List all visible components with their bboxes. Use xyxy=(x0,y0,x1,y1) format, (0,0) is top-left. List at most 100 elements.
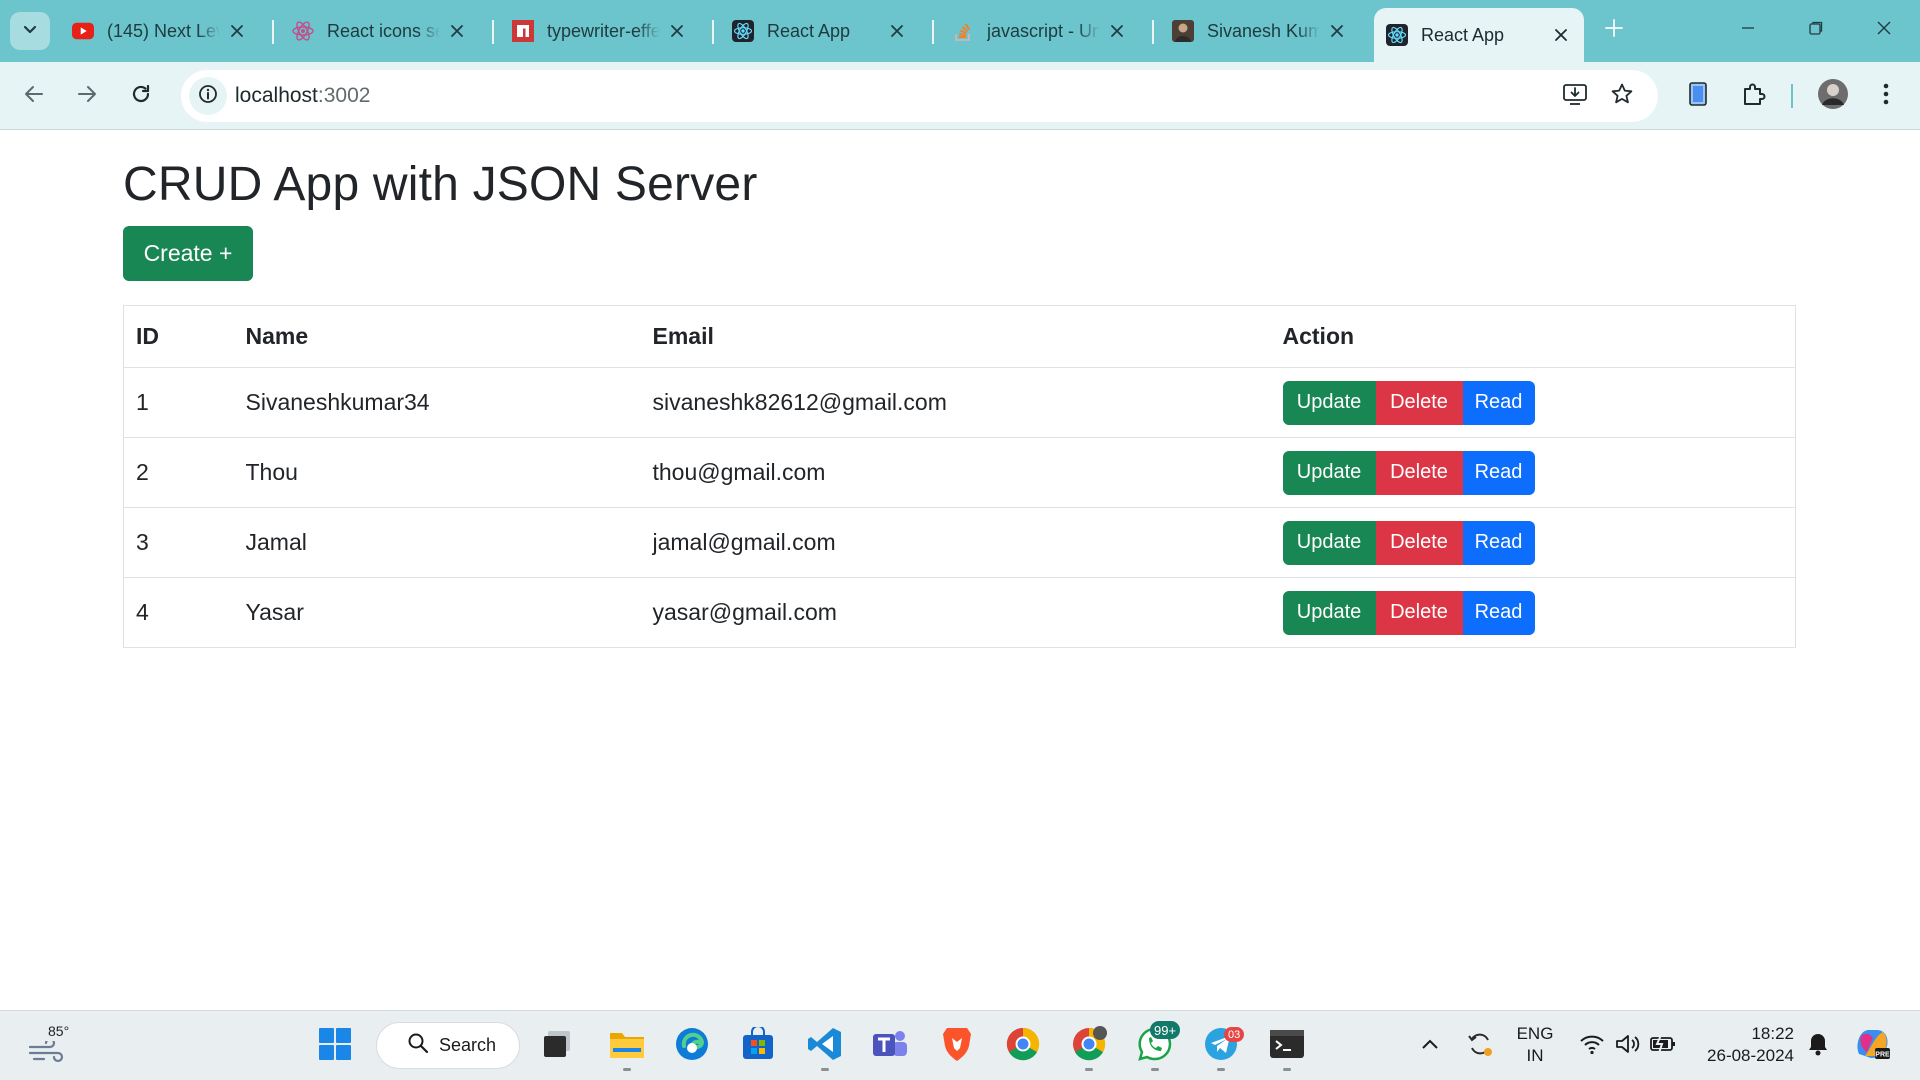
profile-button[interactable] xyxy=(1815,78,1851,114)
delete-button[interactable]: Delete xyxy=(1375,450,1463,495)
back-button[interactable] xyxy=(14,76,54,116)
read-button[interactable]: Read xyxy=(1462,380,1535,425)
start-button[interactable] xyxy=(315,1026,355,1066)
taskbar-store[interactable] xyxy=(738,1024,778,1066)
show-hidden-icons-button[interactable] xyxy=(1410,1026,1450,1066)
close-icon[interactable] xyxy=(886,20,908,42)
reload-button[interactable] xyxy=(121,76,161,116)
taskbar-file-explorer[interactable] xyxy=(607,1026,647,1066)
clock[interactable]: 18:22 26-08-2024 xyxy=(1694,1023,1794,1067)
more-vertical-icon xyxy=(1882,82,1890,111)
update-button[interactable]: Update xyxy=(1282,590,1376,635)
tab-strip: (145) Next Level React icons search type… xyxy=(0,0,1920,62)
tab-search-button[interactable] xyxy=(10,12,50,50)
tab-separator xyxy=(272,20,274,44)
create-button[interactable]: Create + xyxy=(123,226,253,281)
delete-button[interactable]: Delete xyxy=(1375,380,1463,425)
browser-tab[interactable]: React App xyxy=(720,10,920,52)
running-indicator xyxy=(1217,1068,1225,1071)
reading-mode-button[interactable] xyxy=(1681,78,1717,114)
tab-title: React App xyxy=(1421,24,1505,45)
close-icon[interactable] xyxy=(226,20,248,42)
react-icon xyxy=(732,20,754,42)
address-bar[interactable]: localhost:3002 xyxy=(181,70,1658,122)
react-icon xyxy=(292,20,314,42)
running-indicator xyxy=(1085,1068,1093,1071)
users-table: ID Name Email Action 1 Sivaneshkumar34 s… xyxy=(123,305,1796,648)
taskbar-edge[interactable] xyxy=(672,1026,712,1066)
url-text: localhost:3002 xyxy=(235,84,370,108)
arrow-right-icon xyxy=(76,83,98,110)
extensions-button[interactable] xyxy=(1735,78,1771,114)
taskbar-search[interactable]: Search xyxy=(376,1022,520,1069)
copilot-icon: PRE xyxy=(1853,1026,1891,1067)
tab-title: Sivanesh Kumar xyxy=(1207,20,1320,41)
taskbar-chrome[interactable] xyxy=(1003,1026,1043,1066)
battery-button[interactable] xyxy=(1645,1026,1681,1066)
reload-icon xyxy=(130,83,152,110)
search-label: Search xyxy=(439,1035,497,1055)
weather-widget[interactable]: 85° xyxy=(26,1023,76,1069)
close-window-button[interactable] xyxy=(1866,14,1902,46)
browser-tab-active[interactable]: React App xyxy=(1374,8,1584,62)
cell-actions: Update Delete Read xyxy=(1270,507,1796,578)
browser-tab[interactable]: (145) Next Level xyxy=(60,10,260,52)
minimize-button[interactable] xyxy=(1730,14,1766,46)
menu-button[interactable] xyxy=(1868,78,1904,114)
close-icon[interactable] xyxy=(1550,24,1572,46)
read-button[interactable]: Read xyxy=(1462,520,1535,565)
notifications-button[interactable] xyxy=(1800,1026,1836,1066)
update-button[interactable]: Update xyxy=(1282,450,1376,495)
language-indicator[interactable]: ENG IN xyxy=(1510,1023,1560,1067)
cell-email: thou@gmail.com xyxy=(640,437,1271,508)
update-button[interactable]: Update xyxy=(1282,380,1376,425)
npm-icon xyxy=(512,20,534,42)
site-info-button[interactable] xyxy=(189,77,227,115)
new-tab-button[interactable] xyxy=(1600,16,1628,44)
task-view-button[interactable] xyxy=(538,1026,578,1066)
volume-button[interactable] xyxy=(1610,1026,1646,1066)
running-indicator xyxy=(1151,1068,1159,1071)
delete-button[interactable]: Delete xyxy=(1375,520,1463,565)
install-app-button[interactable] xyxy=(1561,82,1589,110)
stackoverflow-icon xyxy=(952,20,974,42)
taskbar-terminal[interactable] xyxy=(1267,1026,1307,1066)
network-volume-battery[interactable] xyxy=(1572,1026,1612,1066)
browser-tab[interactable]: javascript - Uncaught xyxy=(940,10,1140,52)
cell-actions: Update Delete Read xyxy=(1270,437,1796,508)
avatar xyxy=(1817,78,1849,115)
update-button[interactable]: Update xyxy=(1282,520,1376,565)
read-button[interactable]: Read xyxy=(1462,450,1535,495)
close-icon[interactable] xyxy=(446,20,468,42)
sync-tray-button[interactable] xyxy=(1460,1026,1500,1066)
taskbar-teams[interactable] xyxy=(870,1026,910,1066)
close-icon[interactable] xyxy=(666,20,688,42)
copilot-button[interactable]: PRE xyxy=(1852,1026,1892,1066)
search-icon xyxy=(407,1032,429,1059)
restore-button[interactable] xyxy=(1798,14,1834,46)
browser-tab[interactable]: React icons search xyxy=(280,10,480,52)
close-icon[interactable] xyxy=(1326,20,1348,42)
table-row: 2 Thou thou@gmail.com Update Delete Read xyxy=(123,437,1796,508)
teams-icon xyxy=(871,1027,909,1066)
header-email: Email xyxy=(640,305,1271,368)
tab-title: typewriter-effect xyxy=(547,20,660,41)
page-title: CRUD App with JSON Server xyxy=(123,158,758,211)
read-button[interactable]: Read xyxy=(1462,590,1535,635)
taskbar: 85° Search 99+ 03 ENG IN 18:22 26-08-202… xyxy=(0,1010,1920,1080)
browser-tab[interactable]: typewriter-effect xyxy=(500,10,700,52)
tab-title: React icons search xyxy=(327,20,440,41)
taskbar-chrome-profile[interactable] xyxy=(1069,1025,1109,1066)
taskbar-vscode[interactable] xyxy=(805,1026,845,1066)
taskbar-brave[interactable] xyxy=(937,1026,977,1066)
delete-button[interactable]: Delete xyxy=(1375,590,1463,635)
browser-tab[interactable]: Sivanesh Kumar xyxy=(1160,10,1360,52)
star-icon xyxy=(1610,82,1634,111)
forward-button[interactable] xyxy=(67,76,107,116)
cell-id: 1 xyxy=(123,367,234,438)
bookmark-button[interactable] xyxy=(1608,82,1636,110)
close-icon[interactable] xyxy=(1106,20,1128,42)
tab-title: React App xyxy=(767,20,851,41)
battery-icon xyxy=(1649,1034,1677,1059)
volume-icon xyxy=(1615,1033,1641,1060)
